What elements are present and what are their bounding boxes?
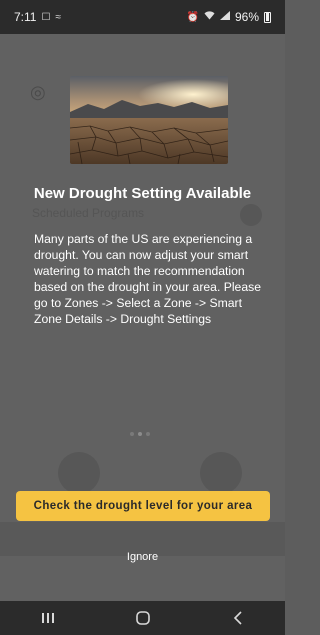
android-nav-bar bbox=[0, 601, 285, 635]
screen: 7:11 ☐ ≈ ⏰ 96% ◎ b-hyve Scheduled Progra… bbox=[0, 0, 285, 635]
background-section-label: Scheduled Programs bbox=[32, 206, 145, 220]
notification-icon: ☐ bbox=[41, 11, 51, 23]
modal-title: New Drought Setting Available bbox=[33, 185, 252, 202]
wifi-icon bbox=[204, 11, 215, 23]
status-left: 7:11 ☐ ≈ bbox=[14, 10, 61, 24]
back-icon bbox=[233, 611, 242, 625]
home-icon bbox=[135, 611, 150, 625]
home-button[interactable] bbox=[123, 605, 163, 631]
status-bar: 7:11 ☐ ≈ ⏰ 96% bbox=[0, 0, 285, 34]
recents-icon bbox=[41, 613, 54, 623]
signal-small-icon: ≈ bbox=[55, 11, 61, 23]
background-remote-button bbox=[200, 452, 242, 494]
recents-button[interactable] bbox=[28, 605, 68, 631]
drought-hero-image bbox=[70, 76, 228, 164]
pager-dot bbox=[146, 432, 150, 436]
ignore-button[interactable]: Ignore bbox=[0, 551, 285, 563]
pager-dot bbox=[130, 432, 134, 436]
modal-body-text: Many parts of the US are experiencing a … bbox=[34, 232, 261, 326]
battery-icon bbox=[264, 11, 271, 23]
back-button[interactable] bbox=[218, 605, 258, 631]
cell-signal-icon bbox=[219, 11, 230, 23]
check-drought-level-button[interactable]: Check the drought level for your area bbox=[16, 491, 270, 521]
background-toggle bbox=[240, 204, 262, 226]
pager-dots bbox=[130, 432, 150, 436]
background-power-button bbox=[58, 452, 100, 494]
alarm-icon: ⏰ bbox=[186, 11, 199, 23]
cracked-earth-illustration bbox=[70, 76, 228, 164]
battery-percent: 96% bbox=[234, 10, 259, 24]
background-wifi-icon: ◎ bbox=[30, 82, 46, 102]
pager-dot-active bbox=[138, 432, 142, 436]
status-time: 7:11 bbox=[14, 10, 37, 24]
status-right: ⏰ 96% bbox=[187, 10, 271, 24]
